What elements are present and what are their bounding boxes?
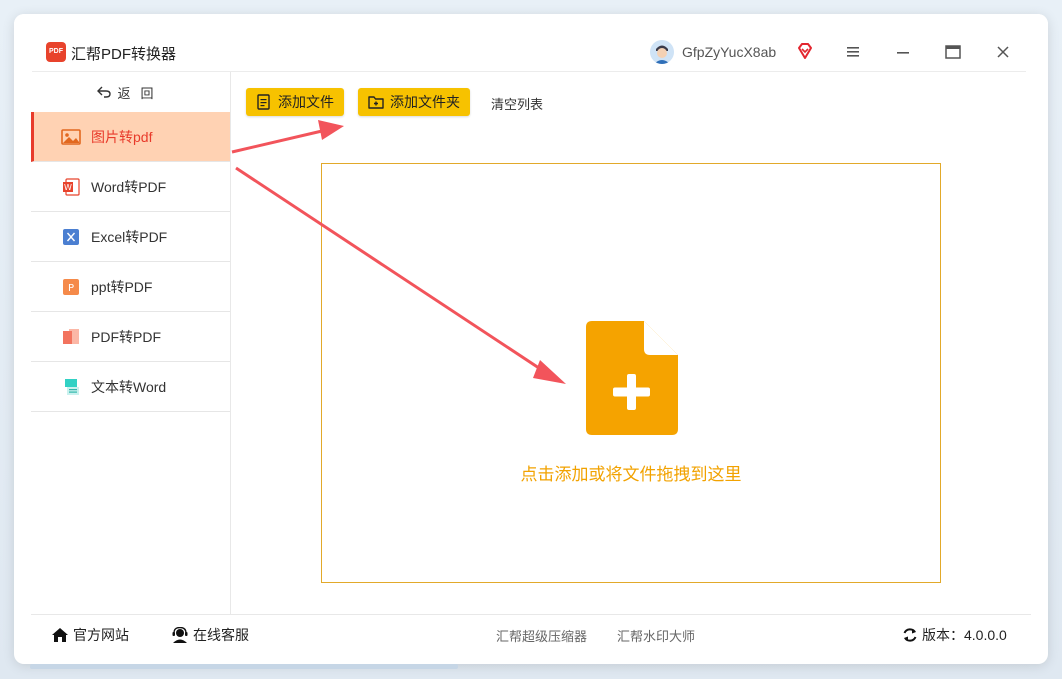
sidebar: 返回 图片转pdf W Word转PDF Excel转PDF P ppt转PDF… — [31, 72, 231, 614]
username[interactable]: GfpZyYucX8ab — [682, 44, 776, 60]
customer-service-icon — [172, 627, 188, 643]
add-folder-label: 添加文件夹 — [390, 94, 460, 110]
sidebar-item-label: 文本转Word — [91, 378, 167, 395]
back-button[interactable]: 返回 — [31, 72, 230, 112]
app-title: 汇帮PDF转换器 — [71, 46, 177, 63]
avatar-icon — [650, 40, 674, 64]
app-logo: PDF — [46, 42, 66, 62]
home-icon — [52, 628, 68, 642]
watermark-link[interactable]: 汇帮水印大师 — [617, 626, 695, 645]
svg-text:P: P — [68, 283, 74, 294]
clear-list-button[interactable]: 清空列表 — [491, 94, 543, 113]
sidebar-item-ppt-to-pdf[interactable]: P ppt转PDF — [31, 262, 230, 312]
sidebar-item-label: ppt转PDF — [91, 278, 153, 295]
add-file-label: 添加文件 — [278, 94, 334, 110]
text-icon — [61, 377, 81, 397]
menu-icon — [847, 47, 859, 57]
sidebar-item-image-to-pdf[interactable]: 图片转pdf — [31, 112, 230, 162]
support-label: 在线客服 — [193, 627, 249, 643]
sidebar-item-label: PDF转PDF — [91, 328, 161, 345]
svg-text:W: W — [64, 183, 72, 192]
minimize-icon — [897, 52, 909, 54]
vip-diamond-icon[interactable] — [796, 42, 814, 60]
back-arrow-icon — [97, 86, 112, 98]
version-info[interactable]: 版本：4.0.0.0 — [902, 625, 1007, 645]
maximize-icon — [945, 45, 961, 59]
minimize-button[interactable] — [890, 40, 916, 64]
main-content: 添加文件 添加文件夹 清空列表 点击添加或将文件拖拽到这里 — [231, 72, 1031, 614]
ppt-icon: P — [61, 277, 81, 297]
add-folder-button[interactable]: 添加文件夹 — [358, 88, 470, 116]
maximize-button[interactable] — [940, 40, 966, 64]
drop-zone-hint: 点击添加或将文件拖拽到这里 — [520, 465, 742, 484]
add-document-icon — [586, 321, 678, 435]
add-folder-icon — [368, 96, 384, 109]
footer: 官方网站 在线客服 汇帮超级压缩器 汇帮水印大师 版本：4.0.0.0 — [31, 614, 1031, 651]
refresh-icon — [903, 628, 917, 642]
support-link[interactable]: 在线客服 — [171, 625, 249, 645]
sidebar-item-label: 图片转pdf — [91, 128, 153, 145]
title-bar: PDF 汇帮PDF转换器 GfpZyYucX8ab — [14, 14, 1048, 72]
sidebar-item-pdf-to-pdf[interactable]: PDF转PDF — [31, 312, 230, 362]
avatar[interactable] — [650, 40, 674, 64]
add-file-button[interactable]: 添加文件 — [246, 88, 344, 116]
add-file-icon — [257, 94, 270, 110]
app-window: PDF 汇帮PDF转换器 GfpZyYucX8ab 返回 图片转pdf W Wo… — [14, 14, 1048, 664]
word-icon: W — [61, 177, 81, 197]
pdf-icon — [61, 327, 81, 347]
taskbar-hint-strip — [30, 664, 458, 669]
sidebar-item-label: Excel转PDF — [91, 228, 168, 245]
compressor-link[interactable]: 汇帮超级压缩器 — [496, 626, 587, 645]
website-label: 官方网站 — [73, 627, 129, 643]
sidebar-item-text-to-word[interactable]: 文本转Word — [31, 362, 230, 412]
file-drop-zone[interactable]: 点击添加或将文件拖拽到这里 — [321, 163, 941, 583]
website-link[interactable]: 官方网站 — [51, 625, 129, 645]
image-icon — [61, 127, 81, 147]
excel-icon — [61, 227, 81, 247]
sidebar-item-word-to-pdf[interactable]: W Word转PDF — [31, 162, 230, 212]
close-button[interactable] — [990, 40, 1016, 64]
menu-button[interactable] — [840, 40, 866, 64]
sidebar-item-label: Word转PDF — [91, 178, 167, 195]
sidebar-item-excel-to-pdf[interactable]: Excel转PDF — [31, 212, 230, 262]
version-label: 版本：4.0.0.0 — [922, 627, 1007, 643]
back-label: 返回 — [117, 85, 164, 101]
close-icon — [997, 46, 1009, 58]
